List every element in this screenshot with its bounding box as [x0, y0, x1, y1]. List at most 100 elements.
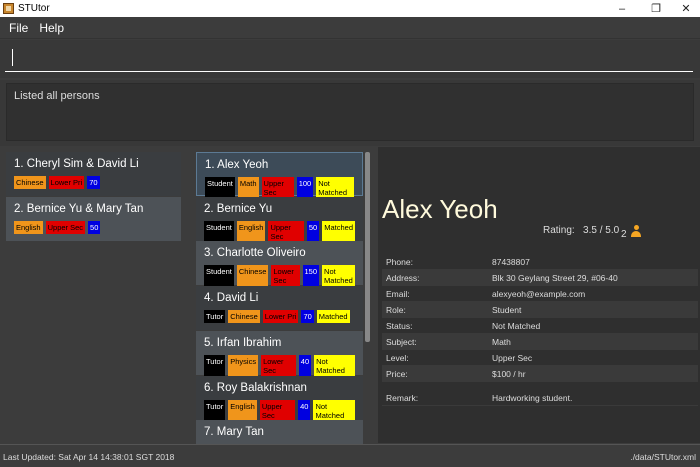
tag-label: Student	[205, 177, 235, 199]
tag-label: Lower Pri	[48, 176, 85, 189]
detail-table: Phone: 87438807 Address: Blk 30 Geylang Str…	[382, 254, 698, 406]
tag-label: Tutor	[204, 354, 226, 377]
tag-label: Upper Sec	[268, 220, 304, 243]
person-name: 1. Alex Yeoh	[205, 159, 269, 171]
tag-label: 50	[88, 221, 101, 234]
person-name: 7. Mary Tan	[204, 426, 264, 439]
tag-label: Math	[237, 177, 259, 199]
detail-row: Subject: Math	[382, 334, 698, 350]
match-card[interactable]: 1. Cheryl Sim & David Li Chinese Lower Pri…	[6, 152, 181, 196]
person-name: 5. Irfan Ibrahim	[204, 336, 282, 349]
person-card[interactable]: 6. Roy Balakrishnan Tutor English Upper Sec…	[196, 375, 363, 422]
tag-label: 40	[298, 354, 312, 377]
tag-label: Matched	[322, 220, 355, 243]
rating: Rating: 3.5 / 5.0	[543, 225, 619, 236]
person-card[interactable]: 4. David Li Tutor Chinese Lower Pri 70 Matche…	[196, 286, 363, 331]
command-input[interactable]	[5, 46, 693, 72]
detail-row: Level: Upper Sec	[382, 350, 698, 366]
tag-label: 70	[301, 310, 314, 324]
tag-label: Not Matched	[322, 265, 355, 288]
detail-key: Role:	[386, 304, 406, 315]
match-tags: English Upper Sec 50	[14, 221, 173, 234]
detail-key: Subject:	[386, 336, 417, 347]
match-tags: Chinese Lower Pri 70	[14, 176, 173, 189]
person-name: 6. Roy Balakrishnan	[204, 381, 307, 394]
detail-value: $100 / hr	[492, 368, 526, 379]
remark-key: Remark:	[386, 392, 419, 403]
detail-row: Phone: 87438807	[382, 254, 698, 270]
tag-label: Chinese	[228, 310, 260, 324]
tag-label: English	[228, 399, 257, 422]
tag-label: English	[236, 220, 266, 243]
detail-key: Phone:	[386, 256, 413, 267]
detail-value: Student	[492, 304, 522, 315]
command-box	[0, 40, 700, 78]
detail-key: Email:	[386, 288, 410, 299]
tag-label: 50	[306, 220, 320, 243]
person-card[interactable]: 1. Alex Yeoh Student Math Upper Sec 100 Not M…	[196, 152, 363, 199]
tag-label: Student	[204, 220, 234, 243]
tag-label: Upper Sec	[45, 221, 86, 234]
data-file-path: ./data/STUtor.xml	[630, 452, 696, 462]
rating-count: 2	[621, 229, 627, 240]
tag-label: 100	[296, 177, 314, 199]
title-bar: STUtor – ❐ ✕	[0, 0, 700, 17]
person-name: 3. Charlotte Oliveiro	[204, 247, 306, 260]
detail-key: Price:	[386, 368, 408, 379]
tag-label: Lower Pri	[262, 310, 299, 324]
person-list-panel: 1. Alex Yeoh Student Math Upper Sec 100 Not M…	[190, 147, 376, 465]
minimize-button[interactable]: –	[608, 0, 636, 17]
match-card[interactable]: 2. Bernice Yu & Mary Tan English Upper Sec…	[6, 197, 181, 241]
text-caret	[12, 49, 13, 66]
person-card[interactable]: 2. Bernice Yu Student English Upper Sec 50 Ma…	[196, 196, 363, 243]
status-bar: Last Updated: Sat Apr 14 14:38:01 SGT 20…	[0, 444, 700, 467]
detail-name: Alex Yeoh	[382, 194, 498, 224]
menu-help[interactable]: Help	[39, 21, 64, 35]
match-name: 2. Bernice Yu & Mary Tan	[14, 203, 144, 215]
maximize-button[interactable]: ❐	[642, 0, 670, 17]
tag-label: Matched	[316, 310, 350, 324]
tag-label: Lower Sec	[261, 354, 296, 377]
detail-value: Not Matched	[492, 320, 541, 331]
tag-label: 40	[298, 399, 311, 422]
rating-value: 3.5 / 5.0	[583, 225, 620, 236]
tag-label: Upper Sec	[259, 399, 296, 422]
person-tags: Tutor English Upper Sec 40 Not Matched	[204, 399, 355, 422]
detail-key: Level:	[386, 352, 409, 363]
menu-bar: File Help	[0, 17, 700, 39]
tag-label: 70	[87, 176, 100, 189]
detail-row: Email: alexyeoh@example.com	[382, 286, 698, 302]
rating-label: Rating:	[543, 225, 575, 236]
person-card[interactable]: 5. Irfan Ibrahim Tutor Physics Lower Sec 40 N…	[196, 330, 363, 377]
person-tags: Student Math Upper Sec 100 Not Matched	[205, 177, 354, 199]
detail-row: Price: $100 / hr	[382, 366, 698, 382]
detail-row: Status: Not Matched	[382, 318, 698, 334]
detail-key: Address:	[386, 272, 420, 283]
person-name: 4. David Li	[204, 292, 259, 305]
match-list-panel: 1. Cheryl Sim & David Li Chinese Lower Pri…	[0, 147, 188, 443]
detail-value: Upper Sec	[492, 352, 533, 363]
detail-value: Math	[492, 336, 511, 347]
person-list-scrollbar[interactable]	[365, 152, 370, 342]
match-name: 1. Cheryl Sim & David Li	[14, 158, 139, 170]
tag-label: Lower Sec	[271, 265, 300, 288]
tag-label: Not Matched	[313, 399, 355, 422]
app-icon	[3, 3, 14, 14]
tag-label: Tutor	[204, 310, 226, 324]
person-card[interactable]: 3. Charlotte Oliveiro Student Chinese Lower…	[196, 241, 363, 288]
person-tags: Student Chinese Lower Sec 150 Not Matched	[204, 265, 355, 288]
tag-label: Chinese	[236, 265, 269, 288]
menu-file[interactable]: File	[9, 21, 28, 35]
person-name: 2. Bernice Yu	[204, 202, 273, 215]
tag-label: Chinese	[14, 176, 46, 189]
close-button[interactable]: ✕	[672, 0, 700, 17]
tag-label: Tutor	[204, 399, 226, 422]
tag-label: Not Matched	[314, 354, 355, 377]
detail-value: alexyeoh@example.com	[492, 288, 586, 299]
tag-label: Upper Sec	[261, 177, 294, 199]
person-tags: Tutor Chinese Lower Pri 70 Matched	[204, 310, 355, 324]
detail-value: Blk 30 Geylang Street 29, #06-40	[492, 272, 618, 283]
tag-label: Physics	[228, 354, 259, 377]
last-updated: Last Updated: Sat Apr 14 14:38:01 SGT 20…	[3, 452, 175, 462]
detail-row: Role: Student	[382, 302, 698, 318]
